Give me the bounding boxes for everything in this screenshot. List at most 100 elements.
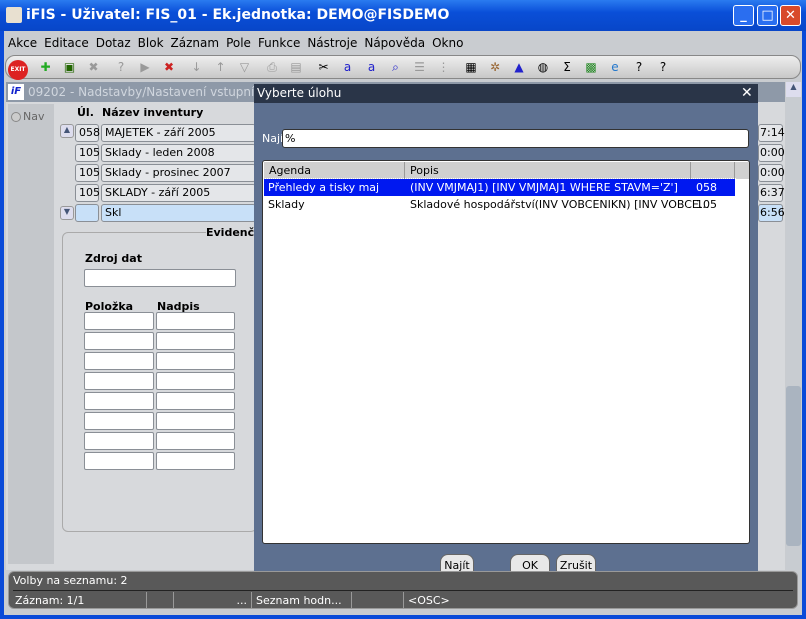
zdroj-label: Zdroj dat [85, 252, 142, 265]
excel-icon[interactable]: ▩ [581, 57, 601, 77]
scroll-up-arrow[interactable]: ▲ [786, 82, 801, 97]
name-cell[interactable]: MAJETEK - září 2005 [101, 124, 256, 142]
col-ul-header: Úl. [77, 106, 94, 119]
calendar-icon[interactable]: ▦ [461, 57, 481, 77]
sum-icon[interactable]: Σ [557, 57, 577, 77]
calculator-icon[interactable]: ◍ [533, 57, 553, 77]
name-cell[interactable]: Sklady - prosinec 2007 [101, 164, 256, 182]
polozka-input[interactable] [84, 452, 154, 470]
nadpis-input[interactable] [156, 372, 235, 390]
code-cell: 058 [696, 181, 717, 194]
nadpis-input[interactable] [156, 452, 235, 470]
task-list[interactable]: Agenda Popis Přehledy a tisky maj (INV V… [262, 160, 750, 544]
nadpis-input[interactable] [156, 412, 235, 430]
find-icon[interactable]: ⌕ [386, 57, 406, 77]
nadpis-input[interactable] [156, 432, 235, 450]
cut-icon[interactable]: ✂ [314, 57, 334, 77]
polozka-input[interactable] [84, 352, 154, 370]
dialog-close-icon[interactable]: ✕ [741, 84, 753, 103]
polozka-input[interactable] [84, 392, 154, 410]
execute-query-icon[interactable]: ▶ [135, 57, 155, 77]
warning-icon[interactable]: ▲ [509, 57, 529, 77]
menu-akce[interactable]: Akce [8, 33, 37, 53]
list-item[interactable]: Sklady Skladové hospodářství(INV VOBCENI… [264, 196, 735, 213]
menu-pole[interactable]: Pole [226, 33, 251, 53]
scroll-down-button[interactable]: ▼ [60, 206, 74, 220]
nadpis-input[interactable] [156, 332, 235, 350]
delete-record-icon[interactable]: ✖ [84, 57, 104, 77]
minimize-button[interactable]: _ [733, 5, 754, 26]
scroll-up-button[interactable]: ▲ [60, 124, 74, 138]
polozka-input[interactable] [84, 412, 154, 430]
select-task-dialog: Vyberte úlohu ✕ Najít Agenda Popis Přehl… [254, 84, 758, 578]
menu-zaznam[interactable]: Záznam [171, 33, 220, 53]
zdroj-dat-input[interactable] [84, 269, 236, 287]
ifis-icon: iF [8, 84, 24, 100]
ul-cell[interactable] [75, 204, 99, 222]
maximize-button[interactable]: □ [757, 5, 778, 26]
dialog-title: Vyberte úlohu [257, 86, 342, 100]
nadpis-input[interactable] [156, 392, 235, 410]
help-icon[interactable]: ? [629, 57, 649, 77]
polozka-input[interactable] [84, 372, 154, 390]
time-cell[interactable]: 6:56 [758, 204, 785, 222]
agenda-cell: Sklady [268, 198, 305, 211]
sort-asc-icon[interactable]: ↓ [187, 57, 207, 77]
polozka-input[interactable] [84, 332, 154, 350]
status-dots: ... [174, 592, 252, 609]
col-agenda[interactable]: Agenda [264, 162, 405, 179]
time-cell[interactable]: 7:14 [758, 124, 785, 142]
menu-funkce[interactable]: Funkce [258, 33, 300, 53]
filter-icon[interactable]: ▽ [235, 57, 255, 77]
wheel-icon[interactable]: ✲ [485, 57, 505, 77]
name-cell[interactable]: SKLADY - září 2005 [101, 184, 256, 202]
scroll-thumb[interactable] [786, 386, 801, 546]
time-cell[interactable]: 6:37 [758, 184, 785, 202]
close-button[interactable]: ✕ [780, 5, 801, 26]
sort-desc-icon[interactable]: ↑ [211, 57, 231, 77]
print-icon[interactable]: ⎙ [262, 57, 282, 77]
time-cell[interactable]: 0:00 [758, 144, 785, 162]
find-input[interactable] [282, 129, 749, 148]
ul-cell[interactable]: 105 [75, 184, 100, 202]
col-code[interactable] [691, 162, 735, 179]
time-cell[interactable]: 0:00 [758, 164, 785, 182]
browser-icon[interactable]: e [605, 57, 625, 77]
ul-cell[interactable]: 058 [75, 124, 100, 142]
menu-editace[interactable]: Editace [44, 33, 89, 53]
insert-record-icon[interactable]: ✚ [36, 57, 56, 77]
exit-icon[interactable]: EXIT [8, 60, 28, 80]
name-cell[interactable]: Skl [101, 204, 256, 222]
print-preview-icon[interactable]: ▤ [286, 57, 306, 77]
columns-icon[interactable]: ⋮ [434, 57, 454, 77]
save-icon[interactable]: ▣ [60, 57, 80, 77]
context-help-icon[interactable]: ? [653, 57, 673, 77]
menu-okno[interactable]: Okno [432, 33, 463, 53]
cancel-query-icon[interactable]: ✖ [159, 57, 179, 77]
menu-nastroje[interactable]: Nástroje [307, 33, 357, 53]
nadpis-input[interactable] [156, 352, 235, 370]
menu-napoveda[interactable]: Nápověda [364, 33, 425, 53]
agenda-cell: Přehledy a tisky maj [268, 181, 380, 194]
nav-radio[interactable] [11, 112, 21, 122]
list-of-values-indicator: Seznam hodn... [252, 592, 352, 609]
menu-blok[interactable]: Blok [138, 33, 164, 53]
query-icon[interactable]: ? [111, 57, 131, 77]
record-indicator: Záznam: 1/1 [11, 592, 147, 609]
ul-cell[interactable]: 105 [75, 144, 100, 162]
list-icon[interactable]: ☰ [410, 57, 430, 77]
col-popis[interactable]: Popis [405, 162, 691, 179]
menu-dotaz[interactable]: Dotaz [96, 33, 131, 53]
polozka-input[interactable] [84, 312, 154, 330]
copy-icon[interactable]: a [338, 57, 358, 77]
list-item[interactable]: Přehledy a tisky maj (INV VMJMAJ1) [INV … [263, 178, 736, 197]
polozka-input[interactable] [84, 432, 154, 450]
name-cell[interactable]: Sklady - leden 2008 [101, 144, 256, 162]
vertical-scrollbar[interactable]: ▲ [786, 82, 801, 570]
nav-panel: Nav [8, 104, 54, 564]
ul-cell[interactable]: 105 [75, 164, 100, 182]
paste-icon[interactable]: a [362, 57, 382, 77]
window-title: iFIS - Uživatel: FIS_01 - Ek.jednotka: D… [26, 7, 450, 23]
nadpis-input[interactable] [156, 312, 235, 330]
nav-label: Nav [23, 110, 45, 123]
